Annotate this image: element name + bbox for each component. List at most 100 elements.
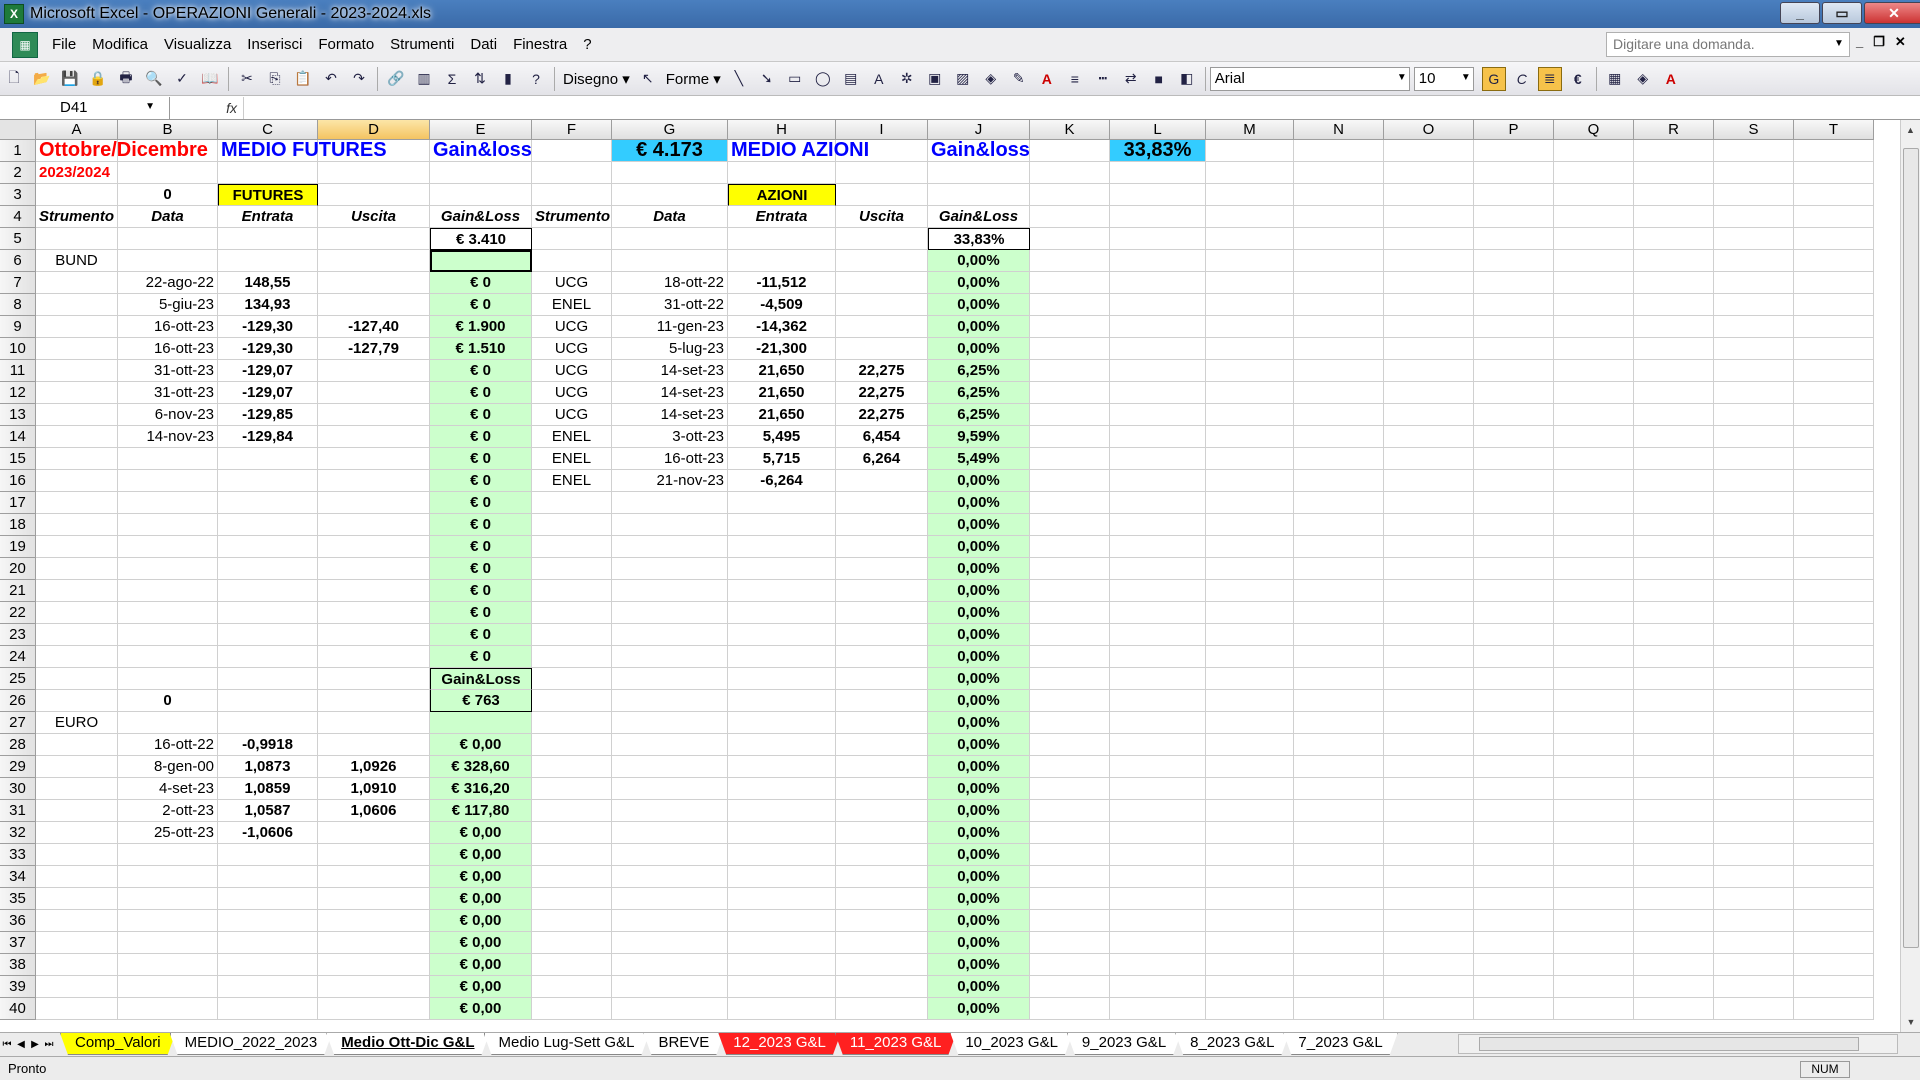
cell-r16[interactable] [1634,470,1714,492]
cell-m17[interactable] [1206,492,1294,514]
cell-b7[interactable]: 22-ago-22 [118,272,218,294]
cell-l13[interactable] [1110,404,1206,426]
row-header[interactable]: 29 [0,756,36,778]
cell-o8[interactable] [1384,294,1474,316]
menu-item-visualizza[interactable]: Visualizza [156,36,239,53]
column-header-p[interactable]: P [1474,120,1554,140]
cell-h30[interactable] [728,778,836,800]
cell-e38[interactable]: € 0,00 [430,954,532,976]
cell-m38[interactable] [1206,954,1294,976]
cell-e17[interactable]: € 0 [430,492,532,514]
cell-t1[interactable] [1794,140,1874,162]
cell-i2[interactable] [836,162,928,184]
cell-k34[interactable] [1030,866,1110,888]
cell-q24[interactable] [1554,646,1634,668]
diagram-icon[interactable]: ✲ [895,67,919,91]
cell-s32[interactable] [1714,822,1794,844]
cell-g18[interactable] [612,514,728,536]
cell-h29[interactable] [728,756,836,778]
cell-j27[interactable]: 0,00% [928,712,1030,734]
cell-r35[interactable] [1634,888,1714,910]
cell-p18[interactable] [1474,514,1554,536]
cell-r24[interactable] [1634,646,1714,668]
cell-h8[interactable]: -4,509 [728,294,836,316]
cell-k7[interactable] [1030,272,1110,294]
cell-t8[interactable] [1794,294,1874,316]
cell-a25[interactable] [36,668,118,690]
cell-n31[interactable] [1294,800,1384,822]
cell-d18[interactable] [318,514,430,536]
cell-b5[interactable] [118,228,218,250]
cell-l29[interactable] [1110,756,1206,778]
cell-n6[interactable] [1294,250,1384,272]
cell-t36[interactable] [1794,910,1874,932]
sheet-tab[interactable]: BREVE [643,1033,724,1055]
cell-a18[interactable] [36,514,118,536]
cell-j16[interactable]: 0,00% [928,470,1030,492]
cell-n39[interactable] [1294,976,1384,998]
sort-icon[interactable]: ⇅ [468,67,492,91]
cell-b35[interactable] [118,888,218,910]
cell-i22[interactable] [836,602,928,624]
cell-s36[interactable] [1714,910,1794,932]
cell-i18[interactable] [836,514,928,536]
cell-f6[interactable] [532,250,612,272]
cell-d14[interactable] [318,426,430,448]
cell-k40[interactable] [1030,998,1110,1020]
cell-l32[interactable] [1110,822,1206,844]
cell-f26[interactable] [532,690,612,712]
menu-item-file[interactable]: File [44,36,84,53]
cell-b12[interactable]: 31-ott-23 [118,382,218,404]
scroll-thumb[interactable] [1903,148,1919,948]
cell-c37[interactable] [218,932,318,954]
cell-q32[interactable] [1554,822,1634,844]
cell-h32[interactable] [728,822,836,844]
cell-f39[interactable] [532,976,612,998]
cell-c16[interactable] [218,470,318,492]
cell-d17[interactable] [318,492,430,514]
cell-l30[interactable] [1110,778,1206,800]
cell-j3[interactable] [928,184,1030,206]
cell-l40[interactable] [1110,998,1206,1020]
cell-m26[interactable] [1206,690,1294,712]
cell-k20[interactable] [1030,558,1110,580]
cell-d13[interactable] [318,404,430,426]
cell-s4[interactable] [1714,206,1794,228]
sheet-tab[interactable]: MEDIO_2022_2023 [170,1033,333,1055]
cell-c28[interactable]: -0,9918 [218,734,318,756]
cell-f3[interactable] [532,184,612,206]
cell-m6[interactable] [1206,250,1294,272]
cell-r10[interactable] [1634,338,1714,360]
cell-b25[interactable] [118,668,218,690]
cell-n33[interactable] [1294,844,1384,866]
cell-q19[interactable] [1554,536,1634,558]
cell-r11[interactable] [1634,360,1714,382]
cell-p30[interactable] [1474,778,1554,800]
cell-k33[interactable] [1030,844,1110,866]
open-folder-icon[interactable]: 📂 [30,67,54,91]
cell-h12[interactable]: 21,650 [728,382,836,404]
cell-k38[interactable] [1030,954,1110,976]
cell-b14[interactable]: 14-nov-23 [118,426,218,448]
cell-f23[interactable] [532,624,612,646]
cell-a11[interactable] [36,360,118,382]
cell-f27[interactable] [532,712,612,734]
cell-g3[interactable] [612,184,728,206]
cell-c30[interactable]: 1,0859 [218,778,318,800]
cell-i1[interactable] [836,140,928,162]
cell-o32[interactable] [1384,822,1474,844]
cell-a40[interactable] [36,998,118,1020]
cell-t11[interactable] [1794,360,1874,382]
cell-m37[interactable] [1206,932,1294,954]
column-header-g[interactable]: G [612,120,728,140]
cell-o22[interactable] [1384,602,1474,624]
cell-e22[interactable]: € 0 [430,602,532,624]
cell-f25[interactable] [532,668,612,690]
cell-j11[interactable]: 6,25% [928,360,1030,382]
cell-l8[interactable] [1110,294,1206,316]
cell-a24[interactable] [36,646,118,668]
cell-k15[interactable] [1030,448,1110,470]
cell-m18[interactable] [1206,514,1294,536]
cell-s40[interactable] [1714,998,1794,1020]
cell-c25[interactable] [218,668,318,690]
